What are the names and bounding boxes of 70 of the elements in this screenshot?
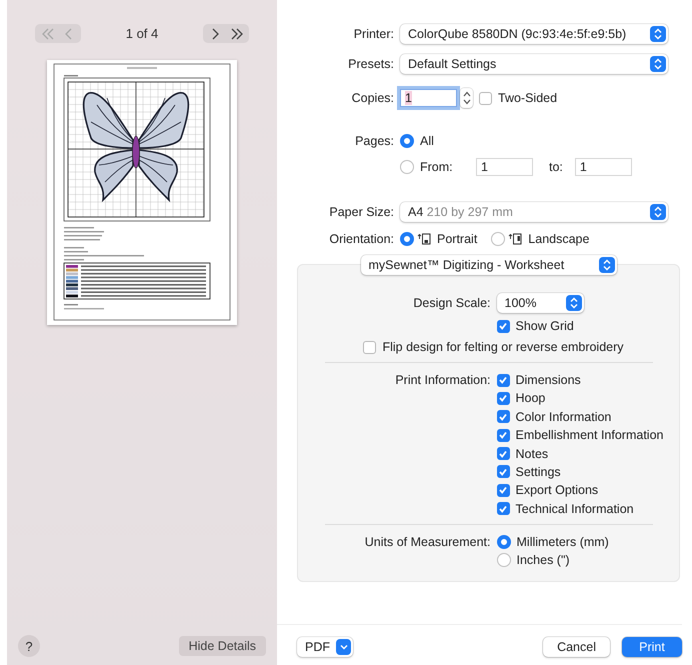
radio-button[interactable] [496, 553, 510, 568]
chevron-icon [212, 28, 219, 40]
copies-field[interactable]: 1 [400, 89, 457, 107]
from-label: From: [420, 160, 454, 174]
dropdown-arrows-icon [566, 295, 582, 311]
unit-option-label: Inches (") [516, 553, 570, 568]
print-option-label: Technical Information [516, 502, 634, 516]
chevron-down-icon [336, 639, 351, 655]
checkbox[interactable] [496, 392, 510, 405]
checkbox[interactable] [496, 502, 510, 516]
double-chevron-icon [230, 28, 242, 40]
page-counter: 1 of 4 [126, 26, 158, 41]
radio-button[interactable] [496, 534, 510, 549]
checkbox[interactable] [496, 374, 510, 386]
pdf-dropdown[interactable]: PDF [297, 637, 353, 657]
portrait-icon [417, 233, 431, 245]
design-scale-dropdown[interactable]: 100% [496, 293, 584, 313]
radio-button[interactable] [400, 232, 414, 246]
print-option-label: Color Information [516, 410, 612, 424]
checkbox[interactable] [496, 320, 510, 332]
orientation-label: Orientation: [329, 232, 394, 246]
checkbox[interactable] [496, 410, 510, 424]
orientation-option-label: Portrait [437, 232, 478, 246]
help-button[interactable]: ? [18, 635, 40, 657]
design-scale-label: Design Scale: [413, 296, 490, 310]
checkbox[interactable] [496, 484, 510, 497]
print-option-label: Hoop [516, 391, 546, 406]
radio-button[interactable] [491, 232, 506, 246]
checkbox[interactable] [363, 340, 376, 354]
chevron-icon [65, 28, 72, 40]
print-option-label: Embellishment Information [516, 428, 664, 442]
all-pages-label: All [420, 134, 434, 148]
from-page-field[interactable]: 1 [476, 158, 533, 176]
copies-label: Copies: [352, 91, 394, 105]
landscape-icon [508, 233, 522, 245]
print-information-label: Print Information: [395, 373, 490, 387]
to-label: to: [549, 160, 563, 174]
printer-dropdown[interactable]: ColorQube 8580DN (9c:93:4e:5f:e9:5b) [400, 24, 668, 44]
dropdown-arrows-icon [650, 204, 666, 220]
dropdown-arrows-icon [650, 26, 666, 42]
checkbox[interactable] [496, 447, 510, 460]
checkbox[interactable] [479, 92, 492, 104]
radio-button[interactable] [400, 160, 414, 174]
paper-size-dropdown[interactable]: A4 210 by 297 mm [400, 202, 668, 222]
print-option-label: Settings [516, 464, 561, 479]
printer-label: Printer: [354, 27, 394, 41]
dropdown-arrows-icon [650, 56, 666, 72]
presets-label: Presets: [348, 57, 394, 71]
units-label: Units of Measurement: [364, 534, 490, 549]
show-grid-label: Show Grid [516, 319, 574, 333]
print-option-label: Notes [516, 446, 548, 461]
hide-details-button[interactable]: Hide Details [178, 636, 266, 656]
print-button[interactable]: Print [622, 637, 682, 657]
dropdown-arrows-icon [598, 257, 614, 273]
radio-button[interactable] [400, 134, 414, 148]
flip-design-label: Flip design for felting or reverse embroidery [382, 340, 624, 354]
pages-label: Pages: [355, 134, 394, 148]
double-chevron-icon [42, 28, 54, 40]
checkbox[interactable] [496, 428, 510, 442]
cancel-button[interactable]: Cancel [543, 637, 610, 657]
checkbox[interactable] [496, 465, 510, 478]
print-option-label: Export Options [516, 483, 598, 498]
print-option-label: Dimensions [516, 373, 581, 387]
two-sided-label: Two-Sided [498, 91, 558, 105]
to-page-field[interactable]: 1 [574, 158, 632, 176]
section-dropdown[interactable]: mySewnet™ Digitizing - Worksheet [360, 255, 616, 275]
paper-size-label: Paper Size: [329, 205, 394, 219]
unit-option-label: Millimeters (mm) [516, 534, 609, 549]
orientation-option-label: Landscape [528, 232, 590, 246]
presets-dropdown[interactable]: Default Settings [400, 54, 668, 74]
